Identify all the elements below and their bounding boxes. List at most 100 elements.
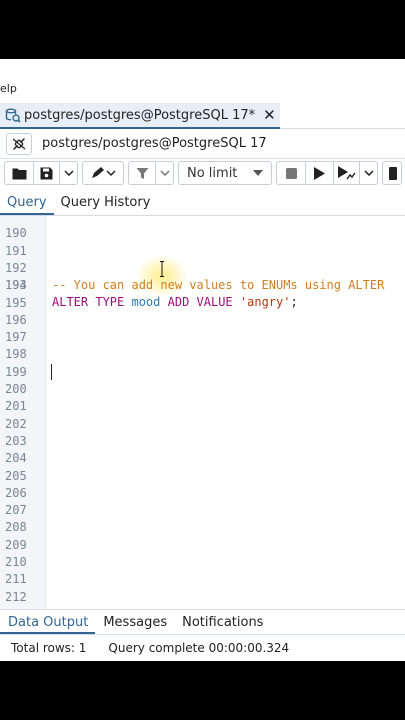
line-number: 206 [5, 485, 27, 500]
menu-help[interactable]: elp [0, 82, 17, 95]
play-icon [314, 166, 325, 180]
video-letterbox-bottom [0, 661, 405, 720]
menu-bar: elp [0, 59, 405, 103]
line-number: 203 [5, 433, 27, 448]
tab-query[interactable]: Query [0, 195, 54, 215]
editor-line: 206 [0, 485, 405, 502]
editor-line: 209 [0, 537, 405, 554]
filter-options-dropdown[interactable] [155, 162, 173, 184]
editor-line: 196 [0, 312, 405, 329]
file-button-group [4, 161, 78, 185]
status-bar: Total rows: 1 Query complete 00:00:00.32… [0, 635, 405, 661]
pencil-icon [92, 167, 116, 178]
execute-button[interactable] [305, 162, 333, 184]
tab-messages[interactable]: Messages [95, 615, 174, 634]
save-file-button[interactable] [33, 162, 59, 184]
folder-icon [12, 168, 26, 179]
tab-data-output[interactable]: Data Output [0, 615, 96, 634]
execute-button-group [276, 161, 378, 185]
editor-line: 200 [0, 381, 405, 398]
caret-down-icon [253, 170, 263, 176]
line-number: 198 [5, 347, 27, 362]
line-number: 205 [5, 468, 27, 483]
query-tab[interactable]: postgres/postgres@PostgreSQL 17* ✕ [0, 103, 280, 129]
editor-line: 212 [0, 589, 405, 606]
connection-status-button[interactable] [6, 132, 32, 155]
filter-button[interactable] [129, 162, 155, 184]
query-tab-bar: postgres/postgres@PostgreSQL 17* ✕ [0, 103, 405, 129]
editor-line: 195 [0, 295, 405, 312]
editor-line: 191 [0, 225, 405, 258]
edit-button-group [82, 161, 124, 185]
line-number: 212 [5, 589, 27, 604]
total-rows-status: Total rows: 1 [11, 641, 87, 655]
query-complete-status: Query complete 00:00:00.324 [108, 641, 290, 655]
line-number: 197 [5, 330, 27, 345]
line-number: 208 [5, 520, 27, 535]
line-number: 195 [5, 295, 27, 310]
editor-line: 201 [0, 398, 405, 415]
query-toolbar: No limit [0, 159, 405, 187]
connection-label[interactable]: postgres/postgres@PostgreSQL 17 [42, 136, 267, 151]
line-number: 196 [5, 312, 27, 327]
editor-line: 198 [0, 346, 405, 363]
execute-options-dropdown[interactable] [359, 162, 377, 184]
tab-query-history[interactable]: Query History [54, 195, 158, 215]
editor-line: 197 [0, 329, 405, 346]
chevron-down-icon [63, 170, 74, 176]
line-number: 210 [5, 555, 27, 569]
text-cursor [51, 364, 52, 380]
stop-icon [285, 167, 297, 179]
editor-line: 205 [0, 468, 405, 485]
editor-line: 210 [0, 554, 405, 571]
row-limit-value: No limit [187, 165, 238, 181]
plug-icon [12, 137, 26, 150]
editor-line: 207 [0, 502, 405, 519]
open-file-button[interactable] [5, 162, 33, 184]
editor-line: 204 [0, 450, 405, 467]
sql-editor[interactable]: 190 191 192 -- You can add new values to… [0, 216, 405, 609]
line-number: 200 [5, 382, 27, 396]
editor-line: 211 [0, 571, 405, 588]
tab-notifications[interactable]: Notifications [174, 615, 270, 634]
ibeam-cursor-icon [160, 261, 164, 277]
query-tab-title: postgres/postgres@PostgreSQL 17* [24, 107, 256, 123]
document-icon [389, 166, 397, 180]
editor-line: 194 [0, 277, 405, 294]
editor-line: 203 [0, 433, 405, 450]
filter-button-group [128, 161, 174, 185]
results-tab-bar: Data Output Messages Notifications [0, 609, 405, 635]
editor-subtabs: Query Query History [0, 190, 405, 216]
commit-button[interactable] [383, 162, 401, 184]
query-tool-icon [4, 106, 22, 124]
editor-line: 199 [0, 364, 405, 381]
edit-button[interactable] [83, 162, 123, 184]
editor-line: 192 -- You can add new values to ENUMs u… [0, 243, 405, 292]
editor-line: 208 [0, 519, 405, 536]
line-number: 207 [5, 503, 27, 518]
chevron-down-icon [159, 170, 170, 176]
editor-line: 190 [0, 216, 405, 240]
more-toolbar-group [382, 161, 402, 185]
filter-icon [136, 167, 148, 179]
connection-bar: postgres/postgres@PostgreSQL 17 [0, 129, 405, 159]
line-number: 204 [5, 451, 27, 466]
line-number: 194 [5, 278, 27, 293]
line-number: 201 [5, 399, 27, 414]
close-icon[interactable]: ✕ [263, 106, 276, 124]
stop-button[interactable] [277, 162, 305, 184]
pgadmin-window: elp postgres/postgres@PostgreSQL 17* ✕ p… [0, 59, 405, 661]
chevron-down-icon [363, 170, 374, 176]
explain-icon [337, 166, 356, 180]
row-limit-select[interactable]: No limit [178, 161, 272, 185]
line-number: 202 [5, 416, 27, 431]
line-number: 199 [5, 364, 27, 379]
save-options-dropdown[interactable] [59, 162, 77, 184]
editor-line: 202 [0, 416, 405, 433]
line-number: 209 [5, 537, 27, 552]
video-letterbox-top [0, 0, 405, 59]
explain-button[interactable] [333, 162, 359, 184]
save-icon [40, 167, 53, 179]
line-number: 211 [5, 572, 27, 587]
editor-line: 193 ALTER TYPE mood ADD VALUE 'angry'; [0, 260, 405, 309]
